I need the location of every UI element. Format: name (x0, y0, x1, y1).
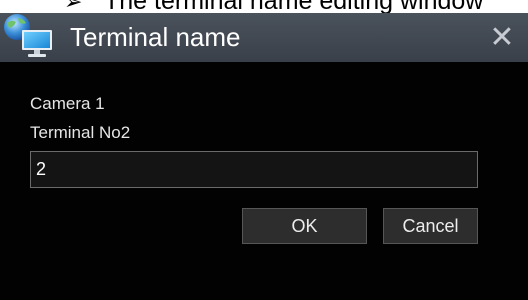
ok-button[interactable]: OK (242, 208, 367, 244)
dialog-titlebar[interactable]: Terminal name ✕ (0, 13, 528, 62)
terminal-number-label: Terminal No2 (30, 123, 131, 142)
cancel-button[interactable]: Cancel (383, 208, 478, 244)
dialog-title: Terminal name (70, 22, 241, 52)
terminal-name-input[interactable] (30, 151, 478, 188)
screenshot: ➢ The terminal name editing window Termi… (0, 0, 528, 300)
terminal-name-dialog: Terminal name ✕ Camera 1 Terminal No2 OK… (0, 13, 528, 300)
camera-label: Camera 1 (30, 94, 105, 113)
monitor-globe-icon (2, 13, 56, 59)
close-icon[interactable]: ✕ (484, 21, 520, 55)
